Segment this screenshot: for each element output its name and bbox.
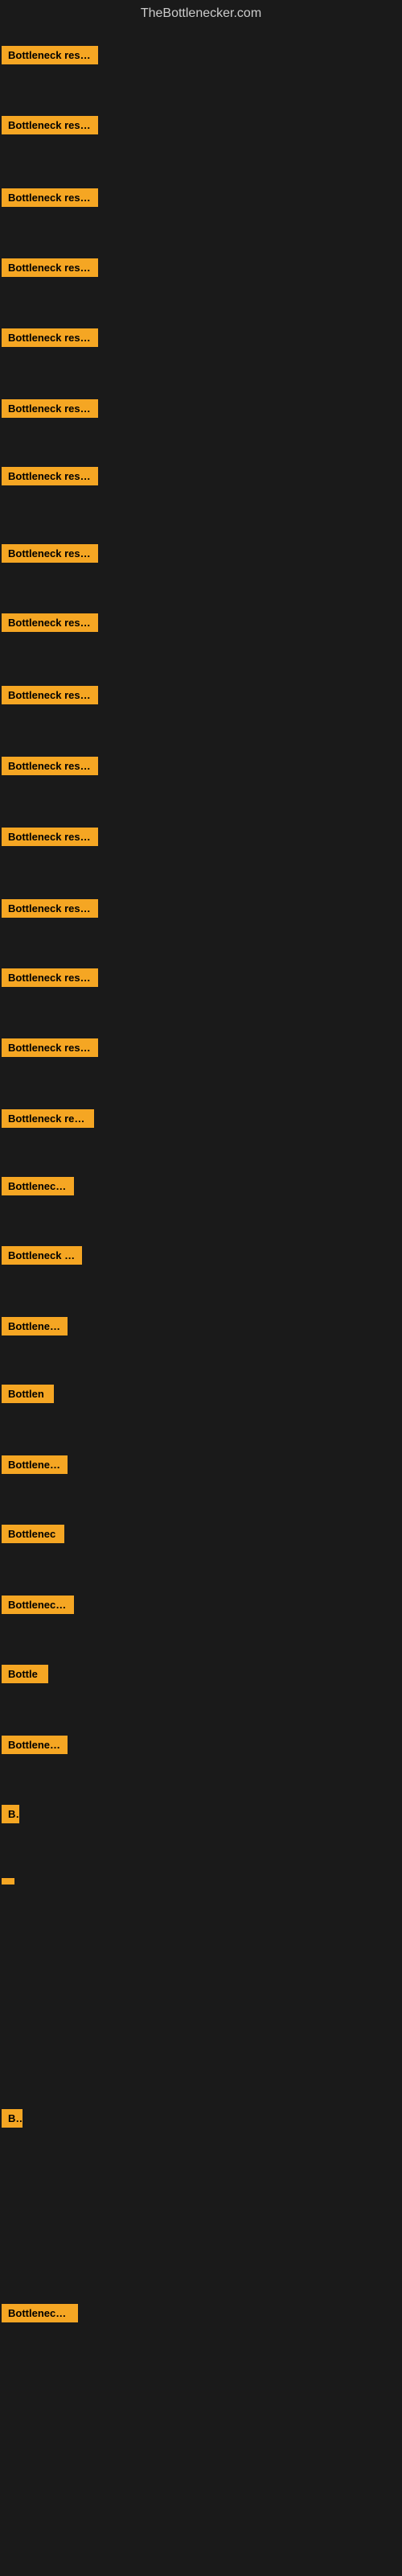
bottleneck-badge: Bottleneck result [2,828,98,846]
bottleneck-badge-row: Bottleneck r [2,1177,74,1199]
bottleneck-badge-row: Bottleneck re [2,2304,78,2326]
bottleneck-badge: Bottleneck result [2,686,98,704]
bottleneck-badge-row: Bottleneck result [2,188,98,211]
bottleneck-badge: Bottle [2,1665,48,1683]
bottleneck-badge [2,1878,14,1885]
bottleneck-badge: Bottlenec [2,1525,64,1543]
bottleneck-badge: Bottleneck r [2,1177,74,1195]
bottleneck-badge: Bottleneck result [2,968,98,987]
bottleneck-badge-row: Bottleneck result [2,46,98,68]
bottleneck-badge-row: Bottleneck result [2,328,98,351]
bottleneck-badge: Bo [2,2109,23,2128]
bottleneck-badge: Bottleneck result [2,116,98,134]
bottleneck-badge-row: Bottleneck result [2,968,98,991]
bottleneck-badge: Bottleneck result [2,544,98,563]
bottleneck-badge: Bottleneck result [2,46,98,64]
bottleneck-badge-row: Bottleneck result [2,1109,94,1132]
bottleneck-badge: Bottleneck [2,1736,68,1754]
bottleneck-badge: Bottleneck result [2,613,98,632]
bottleneck-badge-row: Bottleneck result [2,899,98,922]
bottleneck-badge: Bottleneck result [2,328,98,347]
bottleneck-badge-row: Bottlenec [2,1525,64,1547]
bottleneck-badge: Bottleneck r [2,1596,74,1614]
bottleneck-badge-row [2,1874,14,1889]
bottleneck-badge: Bottleneck re [2,2304,78,2322]
bottleneck-badge-row: Bottleneck result [2,467,98,489]
bottleneck-badge: Bottleneck [2,1455,68,1474]
bottleneck-badge-row: Bottleneck result [2,686,98,708]
bottleneck-badge: Bottleneck result [2,258,98,277]
bottleneck-badge-row: Bottleneck result [2,116,98,138]
bottleneck-badge: Bottleneck result [2,399,98,418]
bottleneck-badge: Bottlen [2,1385,54,1403]
bottleneck-badge: Bottleneck result [2,757,98,775]
bottleneck-badge: Bottleneck result [2,467,98,485]
bottleneck-badge: B [2,1805,19,1823]
bottleneck-badge-row: Bottlen [2,1385,54,1407]
bottleneck-badge-row: Bottleneck r [2,1596,74,1618]
bottleneck-badge-row: Bottleneck [2,1455,68,1478]
bottleneck-badge-row: Bottleneck result [2,757,98,779]
bottleneck-badge-row: B [2,1805,19,1827]
bottleneck-badge-row: Bottleneck result [2,613,98,636]
bottleneck-badge: Bottleneck result [2,188,98,207]
bottleneck-badge-row: Bottleneck result [2,544,98,567]
bottleneck-badge-row: Bottleneck result [2,1038,98,1061]
bottleneck-badge: Bottleneck resu [2,1246,82,1265]
site-title: TheBottlenecker.com [0,0,402,24]
bottleneck-badge-row: Bottleneck result [2,399,98,422]
bottleneck-badge: Bottleneck result [2,899,98,918]
bottleneck-badge: Bottleneck [2,1317,68,1335]
bottleneck-badge-row: Bottleneck result [2,828,98,850]
bottleneck-badge-row: Bottle [2,1665,48,1687]
bottleneck-badge-row: Bottleneck [2,1736,68,1758]
bottleneck-badge-row: Bottleneck [2,1317,68,1340]
bottleneck-badge: Bottleneck result [2,1038,98,1057]
bottleneck-badge-row: Bottleneck resu [2,1246,82,1269]
bottleneck-badge-row: Bo [2,2109,23,2132]
bottleneck-badge: Bottleneck result [2,1109,94,1128]
bottleneck-badge-row: Bottleneck result [2,258,98,281]
